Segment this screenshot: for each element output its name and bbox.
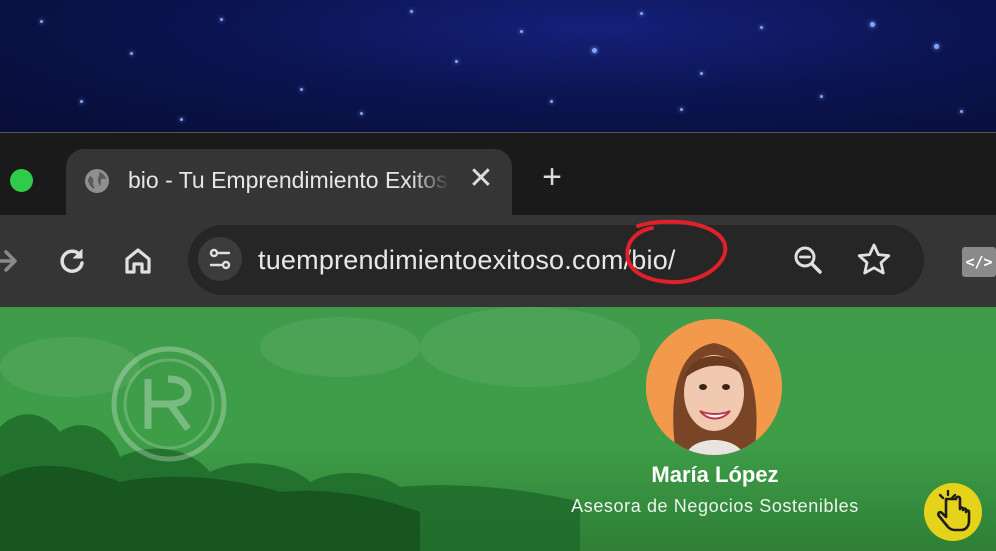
desktop-background (0, 0, 996, 140)
avatar (646, 319, 782, 455)
extension-button[interactable]: </> (962, 247, 996, 277)
home-icon[interactable] (118, 241, 158, 281)
window-maximize-button[interactable] (10, 169, 33, 192)
url-text[interactable]: tuemprendimientoexitoso.com/bio/ (258, 241, 676, 279)
browser-window: bio - Tu Emprendimiento Exitoso ✕ + tuem… (0, 132, 996, 312)
click-hand-icon[interactable] (924, 483, 982, 541)
navigation-toolbar: tuemprendimientoexitoso.com/bio/ </> (0, 215, 996, 307)
tune-icon[interactable] (198, 237, 242, 281)
tab-active[interactable]: bio - Tu Emprendimiento Exitoso ✕ (66, 149, 512, 215)
new-tab-button[interactable]: + (534, 159, 570, 195)
arrow-right-icon[interactable] (0, 241, 26, 281)
tab-close-button[interactable]: ✕ (464, 162, 498, 196)
address-bar[interactable]: tuemprendimientoexitoso.com/bio/ (188, 225, 924, 295)
profile-role: Asesora de Negocios Sostenibles (571, 496, 859, 516)
reload-icon[interactable] (52, 241, 92, 281)
star-icon[interactable] (854, 240, 894, 280)
globe-icon (84, 168, 110, 194)
brand-logo (111, 346, 227, 462)
url-highlight-circle (625, 219, 728, 285)
zoom-out-icon[interactable] (788, 240, 828, 280)
tab-strip: bio - Tu Emprendimiento Exitoso ✕ + (0, 133, 996, 215)
tab-title: bio - Tu Emprendimiento Exitoso (128, 167, 450, 193)
bio-page: María López Asesora de Negocios Sostenib… (0, 307, 996, 551)
profile-name: María López (651, 462, 779, 487)
